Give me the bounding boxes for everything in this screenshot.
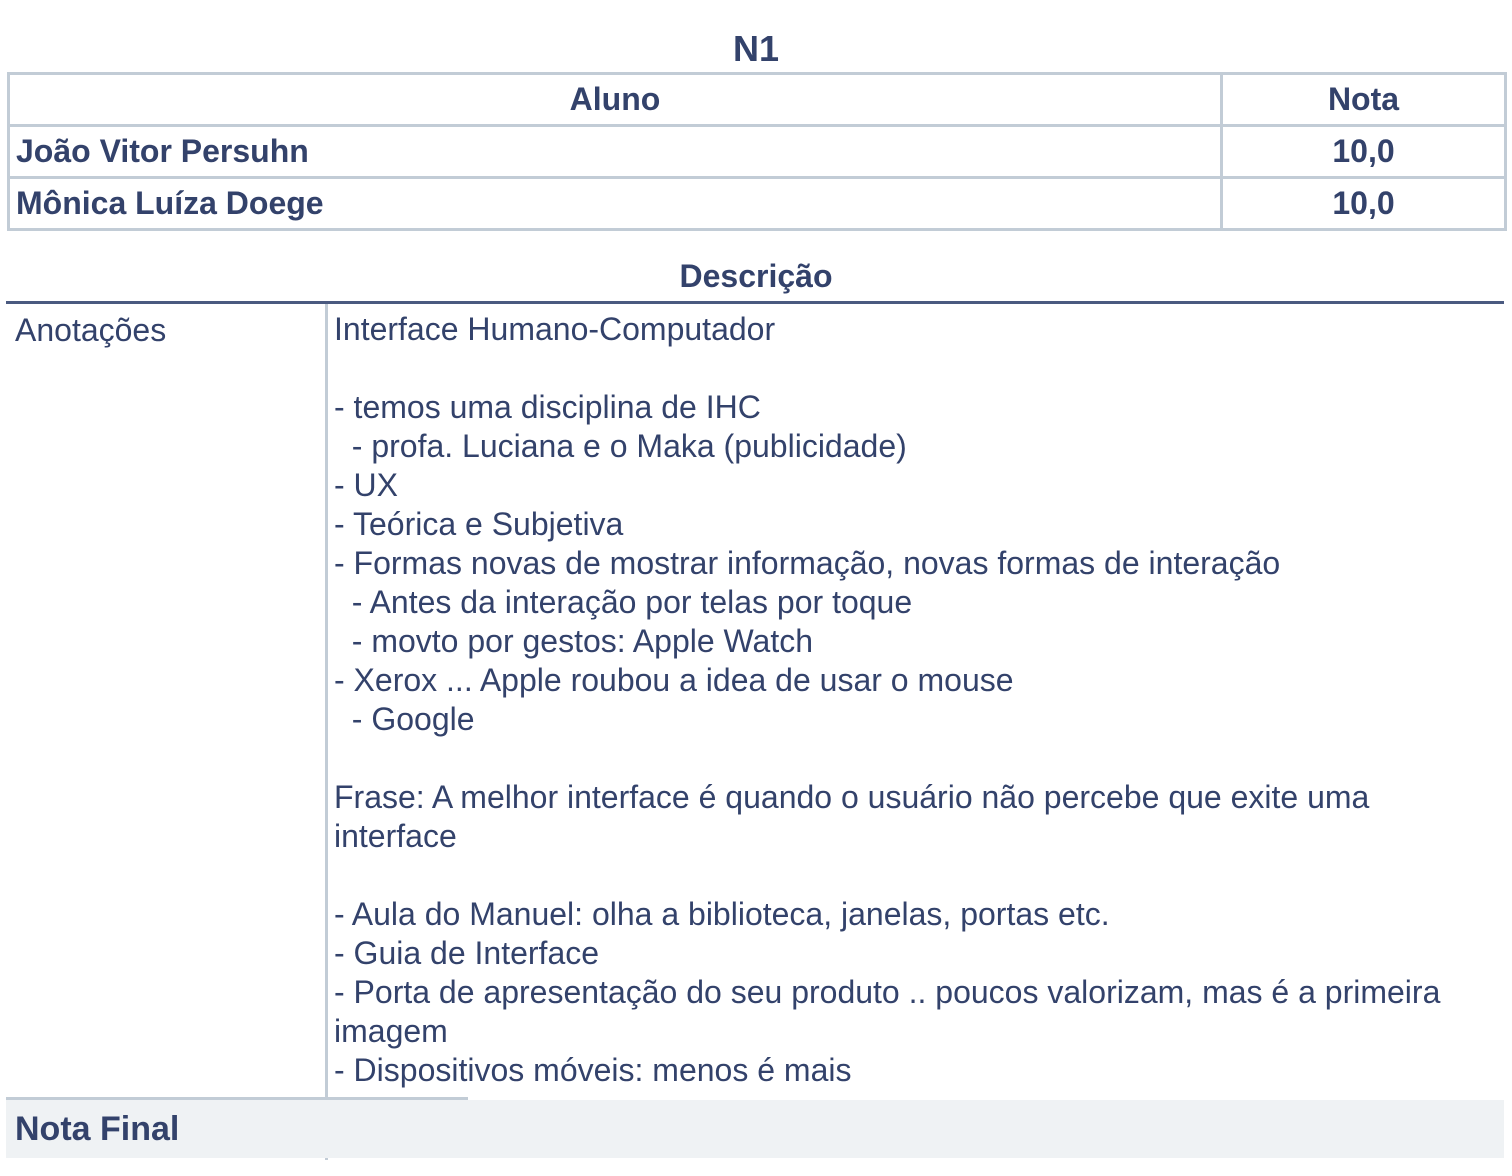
column-header-student: Aluno (7, 72, 1223, 127)
annotations-label: Anotações (15, 312, 167, 348)
description-divider (6, 301, 1504, 304)
column-divider (325, 304, 328, 1160)
final-grade-row (6, 1100, 1504, 1158)
annotations-text: Interface Humano-Computador - temos uma … (334, 311, 1441, 1088)
final-grade-label: Nota Final (15, 1110, 180, 1148)
table-row: João Vitor Persuhn 10,0 (7, 124, 1507, 179)
table-row: Mônica Luíza Doege 10,0 (7, 176, 1507, 231)
grades-table: Aluno Nota João Vitor Persuhn 10,0 Mônic… (7, 72, 1507, 231)
student-grade: 10,0 (1220, 124, 1507, 179)
table-header-row: Aluno Nota (7, 72, 1507, 127)
student-name: Mônica Luíza Doege (7, 176, 1223, 231)
column-header-grade: Nota (1220, 72, 1507, 127)
student-grade: 10,0 (1220, 176, 1507, 231)
page-title: N1 (732, 28, 780, 69)
description-title: Descrição (679, 258, 833, 294)
student-name: João Vitor Persuhn (7, 124, 1223, 179)
